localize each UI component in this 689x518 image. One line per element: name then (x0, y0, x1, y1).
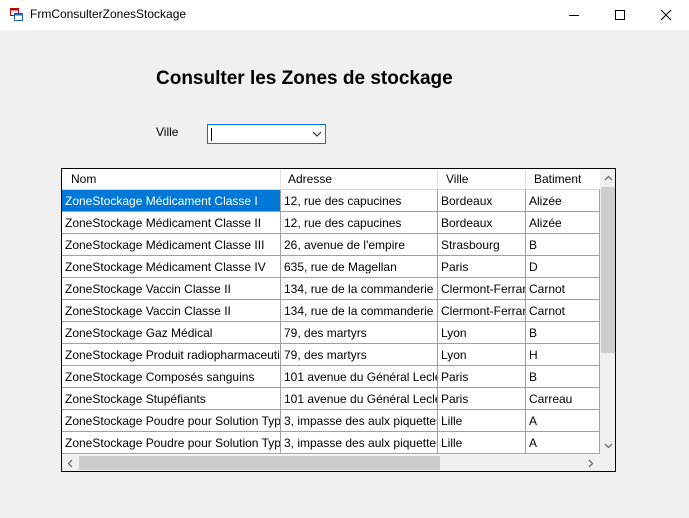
close-icon (660, 9, 672, 21)
table-row[interactable]: ZoneStockage Produit radiopharmaceutique… (62, 344, 600, 366)
cell-adresse[interactable]: 12, rue des capucines (281, 212, 438, 234)
cell-batiment[interactable]: D (526, 256, 600, 278)
maximize-icon (615, 10, 625, 20)
cell-ville[interactable]: Lyon (438, 344, 526, 366)
table-row[interactable]: ZoneStockage Vaccin Classe II 134, rue de… (62, 300, 600, 322)
cell-ville[interactable]: Bordeaux (438, 190, 526, 212)
form-icon (10, 8, 23, 21)
cell-ville[interactable]: Paris (438, 388, 526, 410)
horizontal-scroll-thumb[interactable] (79, 456, 440, 470)
column-header-adresse[interactable]: Adresse (281, 169, 438, 189)
chevron-left-icon (67, 459, 73, 467)
cell-batiment[interactable]: Carreau (526, 388, 600, 410)
cell-batiment[interactable]: H (526, 344, 600, 366)
cell-nom[interactable]: ZoneStockage Stupéfiants (62, 388, 281, 410)
table-row[interactable]: ZoneStockage Poudre pour Solution Type A… (62, 410, 600, 432)
cell-adresse[interactable]: 3, impasse des aulx piquettes (281, 410, 438, 432)
cell-ville[interactable]: Lille (438, 410, 526, 432)
vertical-scrollbar[interactable] (600, 169, 615, 455)
table-row[interactable]: ZoneStockage Médicament Classe III 26, av… (62, 234, 600, 256)
cell-nom[interactable]: ZoneStockage Médicament Classe IV (62, 256, 281, 278)
cell-ville[interactable]: Lyon (438, 322, 526, 344)
cell-batiment[interactable]: Carnot (526, 278, 600, 300)
cell-nom[interactable]: ZoneStockage Médicament Classe III (62, 234, 281, 256)
column-header-ville[interactable]: Ville (438, 169, 526, 189)
table-row[interactable]: ZoneStockage Poudre pour Solution Type B… (62, 432, 600, 454)
column-header-nom[interactable]: Nom (62, 169, 281, 189)
scrollbar-corner (600, 455, 615, 471)
grid-header: Nom Adresse Ville Batiment (62, 169, 600, 190)
ville-combobox[interactable] (207, 124, 326, 144)
cell-batiment[interactable]: A (526, 432, 600, 454)
window-title: FrmConsulterZonesStockage (30, 7, 187, 21)
cell-nom[interactable]: ZoneStockage Gaz Médical (62, 322, 281, 344)
cell-nom[interactable]: ZoneStockage Composés sanguins (62, 366, 281, 388)
cell-adresse[interactable]: 79, des martyrs (281, 322, 438, 344)
cell-batiment[interactable]: B (526, 234, 600, 256)
cell-adresse[interactable]: 3, impasse des aulx piquettes (281, 432, 438, 454)
ville-label: Ville (156, 125, 179, 139)
close-button[interactable] (643, 0, 689, 30)
scroll-left-button[interactable] (62, 455, 78, 471)
cell-ville[interactable]: Strasbourg (438, 234, 526, 256)
title-bar: FrmConsulterZonesStockage (0, 0, 689, 30)
chevron-down-icon (604, 443, 612, 449)
table-row[interactable]: ZoneStockage Médicament Classe II 12, rue… (62, 212, 600, 234)
chevron-down-icon[interactable] (312, 129, 322, 139)
minimize-icon (569, 15, 579, 16)
cell-adresse[interactable]: 134, rue de la commanderie (281, 278, 438, 300)
cell-ville[interactable]: Bordeaux (438, 212, 526, 234)
table-row[interactable]: ZoneStockage Médicament Classe I 12, rue … (62, 190, 600, 212)
column-header-batiment[interactable]: Batiment (526, 169, 600, 189)
cell-adresse[interactable]: 26, avenue de l'empire (281, 234, 438, 256)
cell-adresse[interactable]: 12, rue des capucines (281, 190, 438, 212)
cell-nom[interactable]: ZoneStockage Médicament Classe II (62, 212, 281, 234)
zones-datagrid[interactable]: Nom Adresse Ville Batiment ZoneStockage … (61, 168, 616, 472)
cell-ville[interactable]: Clermont-Ferrand (438, 300, 526, 322)
cell-nom[interactable]: ZoneStockage Produit radiopharmaceutique (62, 344, 281, 366)
cell-adresse[interactable]: 635, rue de Magellan (281, 256, 438, 278)
horizontal-scrollbar[interactable] (62, 455, 600, 471)
text-caret (211, 128, 212, 141)
chevron-up-icon (604, 175, 612, 181)
cell-ville[interactable]: Lille (438, 432, 526, 454)
cell-batiment[interactable]: B (526, 322, 600, 344)
cell-batiment[interactable]: B (526, 366, 600, 388)
cell-batiment[interactable]: Alizée (526, 190, 600, 212)
grid-rows: ZoneStockage Médicament Classe I 12, rue … (62, 190, 600, 455)
maximize-button[interactable] (597, 0, 643, 30)
scroll-down-button[interactable] (600, 438, 615, 454)
cell-adresse[interactable]: 134, rue de la commanderie (281, 300, 438, 322)
chevron-right-icon (588, 459, 594, 467)
table-row[interactable]: ZoneStockage Composés sanguins 101 avenue… (62, 366, 600, 388)
table-row[interactable]: ZoneStockage Gaz Médical 79, des martyrs L… (62, 322, 600, 344)
minimize-button[interactable] (551, 0, 597, 30)
cell-adresse[interactable]: 79, des martyrs (281, 344, 438, 366)
page-title: Consulter les Zones de stockage (156, 68, 453, 89)
table-row[interactable]: ZoneStockage Médicament Classe IV 635, ru… (62, 256, 600, 278)
cell-adresse[interactable]: 101 avenue du Général Leclerc (281, 388, 438, 410)
scroll-up-button[interactable] (600, 170, 615, 186)
cell-nom[interactable]: ZoneStockage Vaccin Classe II (62, 278, 281, 300)
cell-batiment[interactable]: Alizée (526, 212, 600, 234)
cell-nom[interactable]: ZoneStockage Vaccin Classe II (62, 300, 281, 322)
cell-ville[interactable]: Paris (438, 256, 526, 278)
scroll-right-button[interactable] (583, 455, 599, 471)
cell-nom[interactable]: ZoneStockage Poudre pour Solution Type B (62, 432, 281, 454)
cell-batiment[interactable]: A (526, 410, 600, 432)
cell-ville[interactable]: Paris (438, 366, 526, 388)
cell-adresse[interactable]: 101 avenue du Général Leclerc (281, 366, 438, 388)
table-row[interactable]: ZoneStockage Stupéfiants 101 avenue du Gé… (62, 388, 600, 410)
cell-nom[interactable]: ZoneStockage Poudre pour Solution Type A (62, 410, 281, 432)
cell-nom[interactable]: ZoneStockage Médicament Classe I (62, 190, 281, 212)
vertical-scroll-thumb[interactable] (601, 187, 615, 353)
table-row[interactable]: ZoneStockage Vaccin Classe II 134, rue de… (62, 278, 600, 300)
cell-batiment[interactable]: Carnot (526, 300, 600, 322)
cell-ville[interactable]: Clermont-Ferrand (438, 278, 526, 300)
